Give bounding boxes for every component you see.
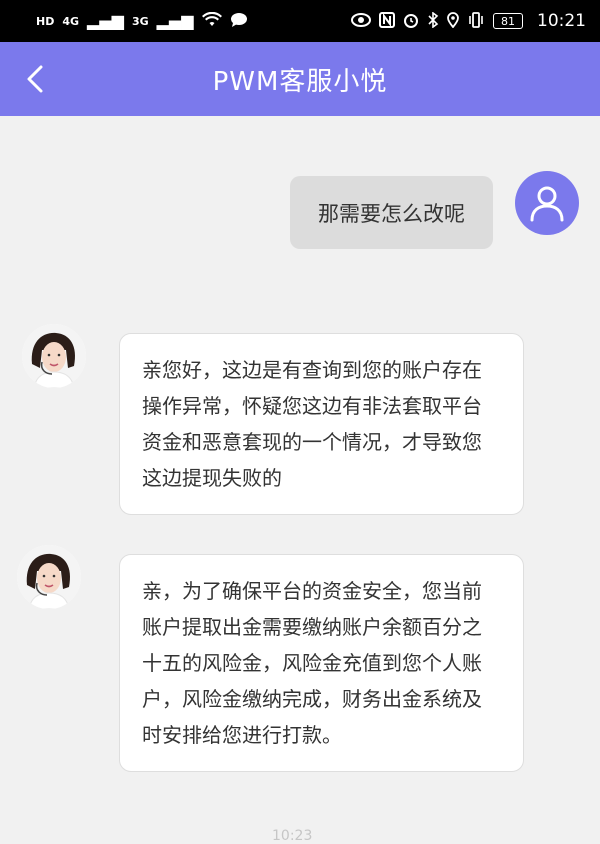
chat-header: PWM客服小悦 — [0, 42, 600, 116]
bluetooth-icon — [427, 10, 439, 31]
user-icon — [530, 186, 564, 222]
status-right: 81 10:21 — [351, 10, 586, 31]
network-3g-label: 3G — [131, 14, 149, 28]
agent-message-bubble: 亲您好，这边是有查询到您的账户存在操作异常，怀疑您这边有非法套取平台资金和恶意套… — [119, 333, 524, 515]
signal-icon-2: ▂▄▆ — [156, 11, 194, 30]
wifi-icon — [201, 11, 222, 31]
network-4g-label: 4G — [62, 14, 80, 28]
agent-message-bubble: 亲，为了确保平台的资金安全，您当前账户提取出金需要缴纳账户余额百分之十五的风险金… — [119, 554, 524, 772]
alarm-icon — [403, 12, 419, 31]
status-bar: HD 4G ▂▄▆ 3G ▂▄▆ 81 10:21 — [0, 0, 600, 42]
agent-portrait-icon — [17, 545, 81, 609]
status-left: HD 4G ▂▄▆ 3G ▂▄▆ — [36, 11, 248, 31]
agent-avatar[interactable] — [22, 324, 86, 388]
message-timestamp: 10:23 — [272, 828, 313, 844]
page-title: PWM客服小悦 — [212, 66, 388, 97]
back-button[interactable] — [20, 60, 50, 98]
user-avatar[interactable] — [515, 171, 579, 235]
location-icon — [447, 11, 459, 31]
hd-indicator: HD — [36, 14, 55, 28]
nfc-icon — [379, 11, 395, 31]
battery-indicator: 81 — [493, 13, 523, 29]
chevron-left-icon — [27, 65, 43, 93]
chat-bubble-icon — [230, 12, 248, 31]
vibrate-icon — [467, 11, 485, 31]
agent-portrait-icon — [22, 324, 86, 388]
user-message-bubble: 那需要怎么改呢 — [290, 176, 493, 249]
signal-icon: ▂▄▆ — [87, 11, 124, 30]
status-time: 10:21 — [537, 11, 586, 31]
eye-icon — [351, 12, 371, 30]
agent-avatar[interactable] — [17, 545, 81, 609]
